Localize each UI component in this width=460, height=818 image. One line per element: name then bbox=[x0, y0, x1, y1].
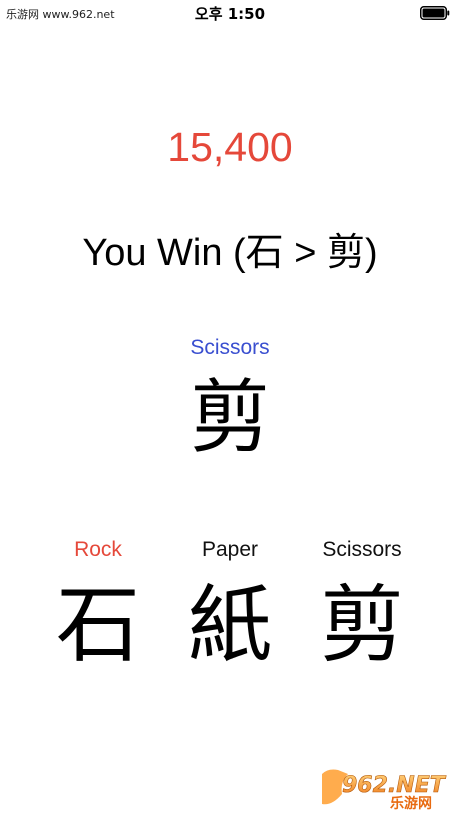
logo-name: 乐游网 bbox=[390, 795, 432, 812]
result-text: You Win (石 > 剪) bbox=[82, 232, 378, 274]
rock-button[interactable]: Rock 石 bbox=[33, 535, 163, 675]
scissors-button[interactable]: Scissors 剪 bbox=[297, 535, 427, 675]
rock-glyph: 石 bbox=[55, 576, 140, 674]
paper-glyph: 紙 bbox=[187, 576, 272, 674]
status-bar: 乐游网 www.962.net 오후 1:50 bbox=[0, 0, 460, 26]
paper-label: Paper bbox=[201, 538, 259, 561]
player-choices: Rock 石 Paper 紙 Scissors 剪 bbox=[0, 535, 460, 685]
scissors-glyph: 剪 bbox=[319, 576, 404, 674]
logo-brand: 962.NET bbox=[342, 773, 447, 798]
paper-button[interactable]: Paper 紙 bbox=[165, 535, 295, 675]
computer-choice-label: Scissors bbox=[190, 336, 270, 359]
score-display: 15,400 bbox=[167, 124, 293, 170]
rock-label: Rock bbox=[74, 538, 122, 561]
scissors-label: Scissors bbox=[322, 538, 402, 561]
watermark-logo: 962.NET 乐游网 bbox=[322, 769, 447, 812]
computer-choice-glyph: 剪 bbox=[190, 371, 270, 464]
status-time: 오후 1:50 bbox=[194, 5, 266, 23]
battery-full-icon bbox=[420, 6, 450, 20]
